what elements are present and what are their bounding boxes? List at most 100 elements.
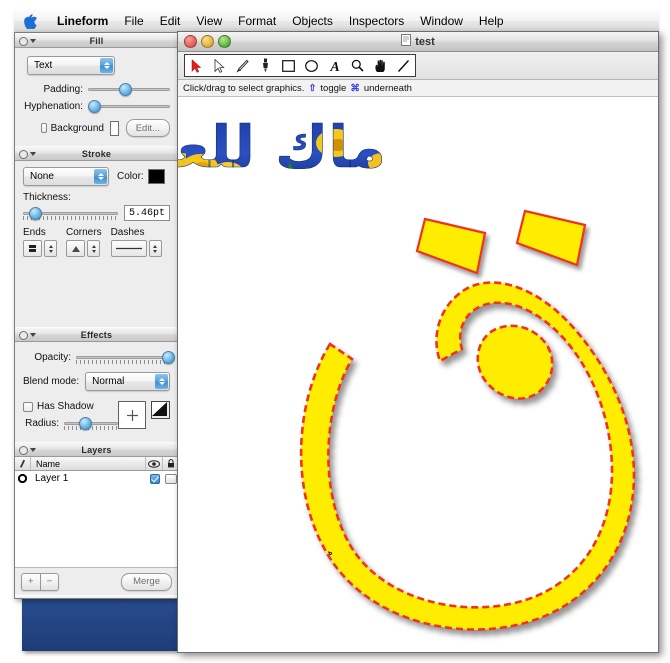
svg-text:ماك للعرب ماك للعرب ماك للعر: ماك للعرب ماك للعرب ماك للعرب ماك للعرب …: [178, 97, 183, 100]
hand-tool-icon[interactable]: [369, 55, 392, 76]
effects-pane-disclosure-icon[interactable]: [30, 333, 36, 337]
effects-pane-header[interactable]: Effects: [15, 327, 178, 342]
layers-pane-disclosure-icon[interactable]: [30, 448, 36, 452]
thickness-slider[interactable]: [23, 206, 118, 220]
menu-item-lineform[interactable]: Lineform: [49, 10, 116, 32]
shift-action-label: toggle: [320, 82, 347, 94]
fill-pane-header[interactable]: Fill: [15, 33, 178, 48]
has-shadow-label: Has Shadow: [37, 401, 94, 412]
dashes-stepper[interactable]: [148, 240, 162, 257]
layer-visibility-checkbox[interactable]: [147, 473, 163, 484]
menu-item-help[interactable]: Help: [471, 10, 512, 32]
hyphenation-slider[interactable]: [88, 99, 170, 113]
radius-slider[interactable]: [64, 416, 118, 430]
menu-item-edit[interactable]: Edit: [152, 10, 189, 32]
has-shadow-checkbox[interactable]: [23, 401, 33, 412]
background-checkbox[interactable]: [41, 123, 47, 133]
chevron-updown-icon: [100, 58, 113, 73]
padding-slider-knob[interactable]: [119, 82, 133, 96]
layers-pane-enable-toggle[interactable]: [19, 446, 28, 455]
tool-palette: A: [178, 52, 658, 80]
page-title: test: [415, 35, 435, 48]
shadow-color-gradient-swatch[interactable]: [151, 401, 170, 419]
stroke-pane-disclosure-icon[interactable]: [30, 152, 36, 156]
padding-slider[interactable]: [88, 82, 170, 96]
line-tool-icon[interactable]: [392, 55, 415, 76]
dashes-control: Dashes: [110, 227, 162, 257]
arrow-select-tool-icon[interactable]: [185, 55, 208, 76]
blend-mode-dropdown[interactable]: Normal: [85, 372, 170, 391]
document-proxy-icon[interactable]: [401, 34, 412, 49]
fill-type-dropdown[interactable]: Text: [27, 56, 115, 75]
fill-pane-disclosure-icon[interactable]: [30, 39, 36, 43]
ends-label: Ends: [23, 227, 46, 238]
thickness-label: Thickness:: [23, 192, 71, 203]
command-key-symbol: ⌘: [350, 82, 360, 94]
effects-pane-enable-toggle[interactable]: [19, 331, 28, 340]
grid-pane-title: Grid: [87, 598, 106, 599]
corners-style-button[interactable]: [66, 240, 85, 257]
dashes-label: Dashes: [110, 227, 145, 238]
background-label: Background: [50, 122, 104, 134]
stroke-color-swatch[interactable]: [147, 169, 165, 184]
menu-item-format[interactable]: Format: [230, 10, 284, 32]
corners-label: Corners: [66, 227, 102, 238]
remove-layer-button[interactable]: −: [40, 572, 60, 591]
waw-path-text-inner: ماك للعرب ماك للعرب ماك للعرب: [178, 97, 182, 99]
dashes-style-button[interactable]: [110, 240, 147, 257]
pen-tool-icon[interactable]: [231, 55, 254, 76]
apple-logo-icon[interactable]: [24, 13, 37, 29]
ellipse-tool-icon[interactable]: [300, 55, 323, 76]
add-layer-button[interactable]: +: [21, 572, 41, 591]
corners-stepper[interactable]: [87, 240, 100, 257]
shift-key-symbol: ⇧: [308, 82, 317, 94]
layer-lock-checkbox[interactable]: [163, 473, 178, 484]
fill-type-value: Text: [34, 59, 53, 71]
layers-pane-title: Layers: [81, 444, 112, 455]
padding-label: Padding:: [43, 83, 83, 95]
blend-mode-value: Normal: [92, 375, 125, 387]
hyphenation-slider-knob[interactable]: [88, 99, 101, 113]
background-edit-button[interactable]: Edit...: [125, 119, 170, 137]
layers-pane-header[interactable]: Layers: [15, 442, 178, 457]
thickness-value-field[interactable]: 5.46pt: [124, 205, 170, 221]
rectangle-tool-icon[interactable]: [277, 55, 300, 76]
document-window: test A Click/drag to select graphics. ⇧ …: [177, 31, 659, 653]
menu-item-file[interactable]: File: [116, 10, 151, 32]
background-color-swatch[interactable]: [109, 120, 119, 136]
drawing-canvas[interactable]: ماك للعرب ماك للعرب ماك للعرب ماك للعرب …: [178, 97, 658, 652]
layer-name[interactable]: Layer 1: [30, 473, 147, 484]
stroke-type-dropdown[interactable]: None: [23, 167, 109, 186]
blend-mode-label: Blend mode:: [23, 376, 80, 387]
opacity-slider-knob[interactable]: [161, 350, 175, 364]
ends-stepper[interactable]: [44, 240, 57, 257]
merge-layers-button[interactable]: Merge: [121, 572, 172, 591]
layers-toolbar: + − Merge: [15, 567, 178, 595]
headline-arabic-text: ماك للعرب: [178, 113, 386, 182]
direct-select-tool-icon[interactable]: [208, 55, 231, 76]
menu-item-view[interactable]: View: [188, 10, 230, 32]
thickness-slider-knob[interactable]: [28, 206, 42, 220]
waw-shape-path: [299, 281, 636, 631]
radius-slider-knob[interactable]: [79, 416, 93, 430]
stroke-pane-enable-toggle[interactable]: [19, 150, 28, 159]
stroke-pane-header[interactable]: Stroke: [15, 146, 178, 161]
brush-tool-icon[interactable]: [254, 55, 277, 76]
menu-item-window[interactable]: Window: [412, 10, 471, 32]
list-item[interactable]: Layer 1: [15, 471, 178, 486]
menu-item-objects[interactable]: Objects: [284, 10, 341, 32]
window-titlebar[interactable]: test: [178, 32, 658, 52]
fill-pane-enable-toggle[interactable]: [19, 37, 28, 46]
ends-control: Ends: [23, 227, 57, 257]
grid-pane-header[interactable]: Grid: [15, 595, 178, 599]
shadow-offset-pad[interactable]: [118, 401, 146, 429]
text-tool-icon[interactable]: A: [323, 55, 346, 76]
layers-list[interactable]: Layer 1: [15, 471, 178, 567]
zoom-tool-icon[interactable]: [346, 55, 369, 76]
opacity-slider[interactable]: [76, 350, 175, 364]
command-action-label: underneath: [363, 82, 412, 94]
svg-text:ماك للعرب ماك للعرب ماك للعرب: ماك للعرب ماك للعرب ماك للعرب: [178, 97, 182, 99]
menu-item-inspectors[interactable]: Inspectors: [341, 10, 412, 32]
ends-style-button[interactable]: [23, 240, 42, 257]
menu-bar: Lineform File Edit View Format Objects I…: [14, 10, 659, 33]
